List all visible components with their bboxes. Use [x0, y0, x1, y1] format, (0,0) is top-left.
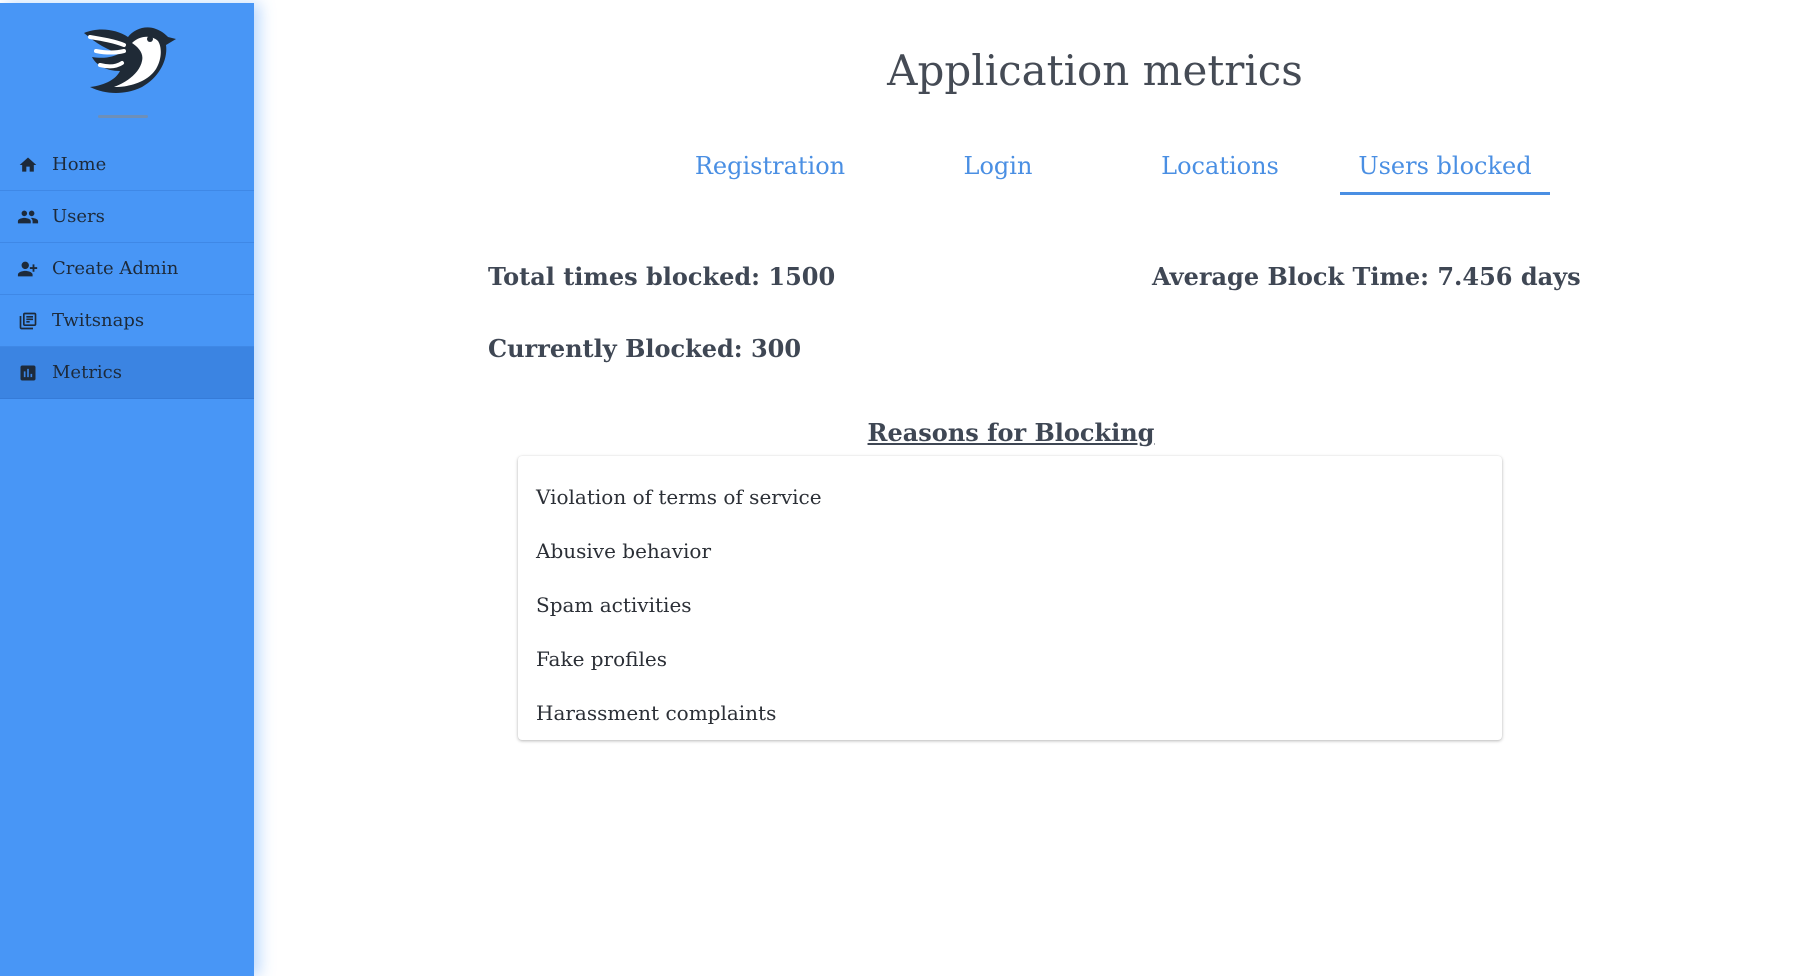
list-item: Spam activities	[536, 593, 692, 617]
sidebar: Home Users Create Admin Twitsnaps Metric…	[0, 3, 254, 976]
sidebar-item-label: Create Admin	[52, 258, 179, 279]
sidebar-item-label: Metrics	[52, 362, 122, 383]
bar-chart-icon	[17, 362, 39, 384]
sidebar-nav: Home Users Create Admin Twitsnaps Metric…	[0, 139, 254, 399]
sidebar-item-label: Users	[52, 206, 105, 227]
bird-logo-icon[interactable]	[76, 23, 176, 97]
reasons-list: Violation of terms of service Abusive be…	[518, 456, 1502, 740]
home-icon	[17, 154, 39, 176]
photo-library-icon	[17, 310, 39, 332]
sidebar-item-twitsnaps[interactable]: Twitsnaps	[0, 295, 254, 347]
page-title: Application metrics	[887, 46, 1303, 95]
list-item: Harassment complaints	[536, 701, 777, 725]
tab-users-blocked[interactable]: Users blocked	[1340, 140, 1550, 195]
sidebar-item-label: Home	[52, 154, 107, 175]
sidebar-item-label: Twitsnaps	[52, 310, 145, 331]
reasons-title: Reasons for Blocking	[867, 418, 1155, 447]
add-user-icon	[17, 258, 39, 280]
tab-login[interactable]: Login	[948, 140, 1048, 192]
metrics-tabs: Registration Login Locations Users block…	[640, 140, 1560, 196]
average-block-time-stat: Average Block Time: 7.456 days	[1152, 262, 1581, 291]
sidebar-item-metrics[interactable]: Metrics	[0, 347, 254, 399]
sidebar-item-create-admin[interactable]: Create Admin	[0, 243, 254, 295]
users-icon	[17, 206, 39, 228]
list-item: Violation of terms of service	[536, 485, 822, 509]
tab-locations[interactable]: Locations	[1150, 140, 1290, 192]
list-item: Abusive behavior	[536, 539, 712, 563]
total-blocked-stat: Total times blocked: 1500	[488, 262, 836, 291]
sidebar-item-users[interactable]: Users	[0, 191, 254, 243]
list-item: Fake profiles	[536, 647, 667, 671]
tab-registration[interactable]: Registration	[690, 140, 850, 192]
sidebar-item-home[interactable]: Home	[0, 139, 254, 191]
currently-blocked-stat: Currently Blocked: 300	[488, 334, 802, 363]
logo-divider	[98, 115, 148, 118]
